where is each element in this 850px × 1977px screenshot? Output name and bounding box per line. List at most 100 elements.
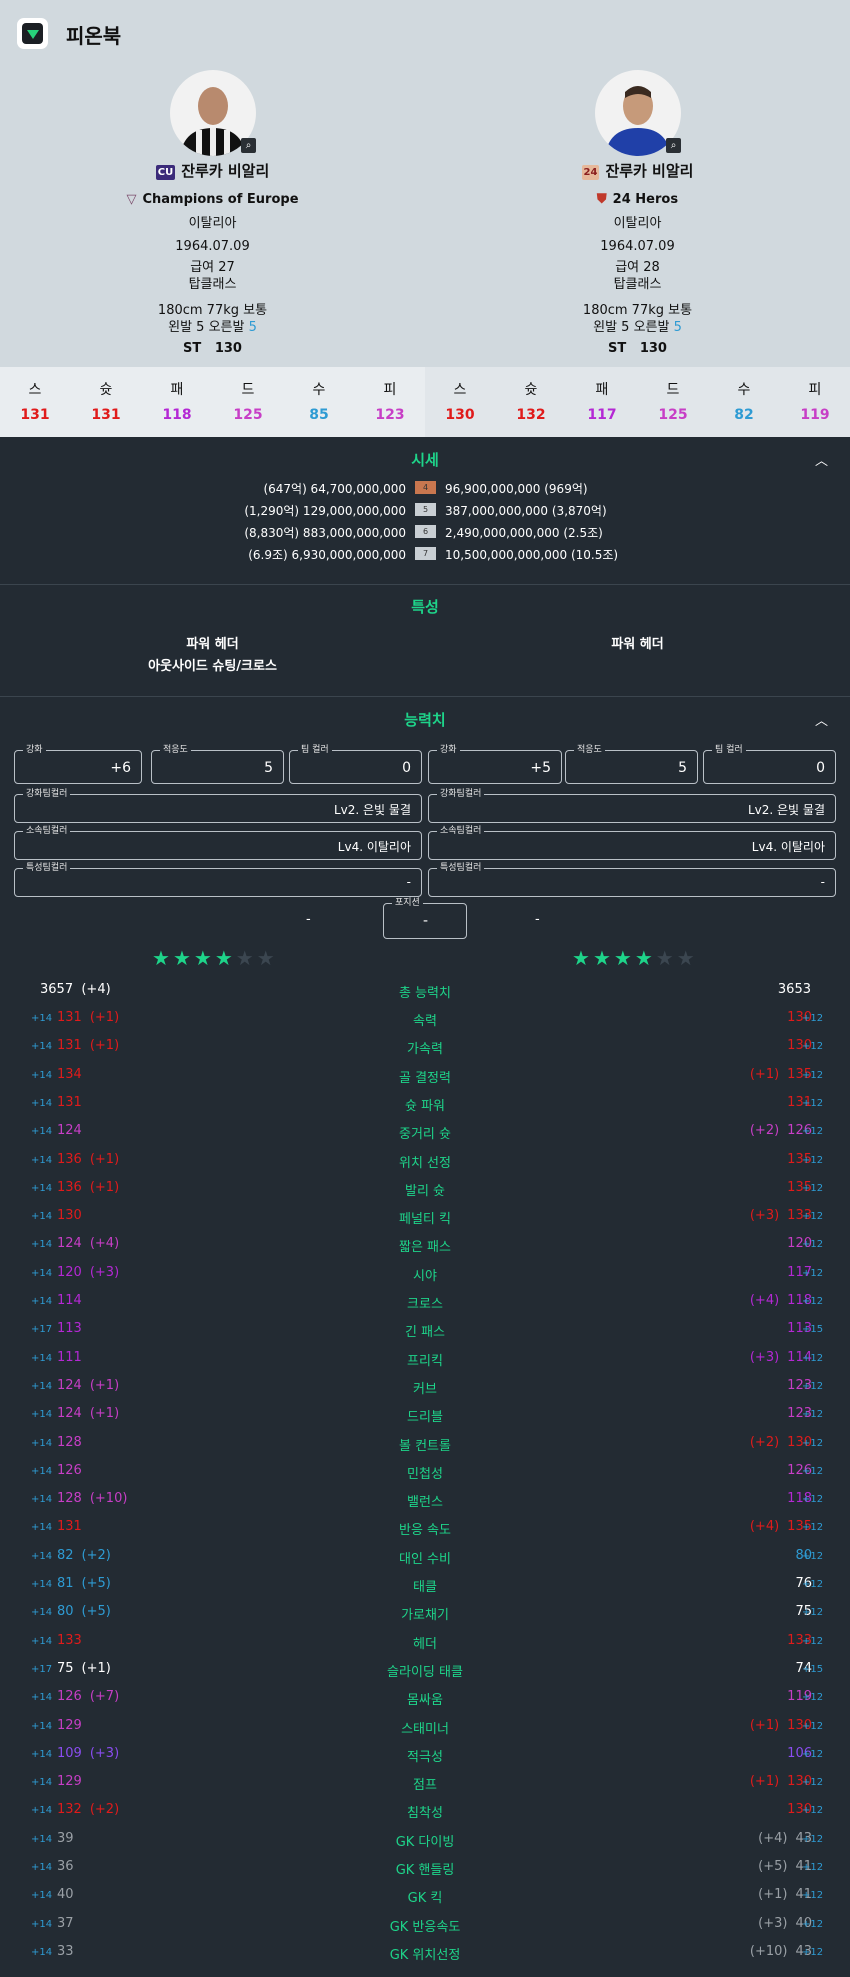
app-logo-icon[interactable] [17,18,48,49]
team-name: ⛊ 24 Heros [596,192,679,207]
enhance-field-left[interactable]: 강화 +6 [14,744,142,784]
ability-name: 중거리 슛 [399,1127,451,1143]
player-card-right: ⌕ 24 잔루카 비알리 ⛊ 24 Heros 이탈리아 1964.07.09 급여… [425,68,850,368]
trait-team-color-left[interactable]: 특성팀컬러 - [14,862,422,897]
stat-cell: 패 118 [142,367,212,437]
stat-value: 85 [309,407,329,423]
right-bonus: +12 [802,1494,824,1506]
enhance-team-color-left[interactable]: 강화팀컬러 Lv2. 은빛 물결 [14,788,422,823]
star-filled-icon: ★ [592,946,614,970]
teamcolor-field-left[interactable]: 팀 컬러 0 [289,744,422,784]
ability-row: +14 82 (+2) 대인 수비 80 +12 [0,1548,850,1576]
stat-cell: 스 131 [0,367,70,437]
traits-title: 특성 [411,598,439,616]
right-bonus: +12 [802,1946,824,1958]
ability-row: +14 124 (+1) 드리블 123 +12 [0,1406,850,1434]
position-ovr: ST 130 [183,341,242,356]
ability-name: 헤더 [413,1636,437,1652]
ability-row: +14 80 (+5) 가로채기 75 +12 [0,1604,850,1632]
ability-name: 페널티 킥 [399,1212,451,1228]
trait-team-color-right[interactable]: 특성팀컬러 - [428,862,836,897]
right-bonus: +12 [802,1833,824,1845]
price-right: 10,500,000,000,000 (10.5조) [445,548,619,562]
stat-value: 132 [516,407,546,423]
ability-name: 밸런스 [407,1495,443,1511]
price-title[interactable]: 시세 [0,449,850,470]
right-bonus: +12 [802,1352,824,1364]
ability-name: 슛 파워 [404,1098,445,1114]
right-bonus: +12 [802,1550,824,1562]
app-bar: 피온북 [0,0,850,68]
stat-cell: 드 125 [213,367,283,437]
ability-row: +14 128 볼 컨트롤 (+2) 130 +12 [0,1435,850,1463]
ability-row: +14 39 GK 다이빙 (+4) 43 +12 [0,1831,850,1859]
stat-cell: 패 117 [567,367,637,437]
right-bonus: +15 [802,1663,824,1675]
stat-cell: 슛 131 [71,367,141,437]
ability-row: +14 124 중거리 슛 (+2) 126 +12 [0,1123,850,1151]
ability-row: +14 126 민첩성 126 +12 [0,1463,850,1491]
right-bonus: +12 [802,1409,824,1421]
ability-name: 커브 [413,1381,437,1397]
right-bonus: +15 [802,1324,824,1336]
enhance-field-right[interactable]: 강화 +5 [428,744,562,784]
position-select[interactable]: 포지션 - [383,897,467,939]
ability-name: GK 반응속도 [389,1919,461,1935]
trait-left-1: 파워 헤더 [186,637,239,652]
zoom-icon[interactable]: ⌕ [666,138,681,153]
chevron-up-icon[interactable]: ︿ [815,450,828,469]
right-bonus: +12 [802,1890,824,1902]
player-name: 24 잔루카 비알리 [581,162,694,180]
star-empty-icon: ★ [235,946,257,970]
ability-row: +14 36 GK 핸들링 (+5) 41 +12 [0,1859,850,1887]
birth-date: 1964.07.09 [600,239,675,254]
stat-value: 125 [658,407,688,423]
ability-name: 위치 선정 [399,1155,451,1171]
right-bonus: +12 [802,1041,824,1053]
stat-abbr: 드 [241,382,255,398]
ability-name: 프리킥 [407,1353,443,1369]
ability-title[interactable]: 능력치 [0,709,850,730]
price-row: (6.9조) 6,930,000,000,000 7 10,500,000,000,… [0,546,850,568]
ability-row: +14 81 (+5) 태클 76 +12 [0,1576,850,1604]
chevron-up-icon[interactable]: ︿ [815,710,828,729]
price-left: (6.9조) 6,930,000,000,000 [248,548,406,562]
ability-name: 몸싸움 [407,1693,443,1709]
stat-value: 118 [162,407,192,423]
adapt-field-left[interactable]: 적응도 5 [151,744,284,784]
triangle-icon: ▽ [126,192,137,207]
stat-cell: 수 85 [284,367,354,437]
ability-row: +14 131 (+1) 속력 130 +12 [0,1010,850,1038]
stat-value: 125 [233,407,263,423]
stat-cell: 스 130 [425,367,495,437]
price-right: 2,490,000,000,000 (2.5조) [445,526,603,540]
right-bonus: +12 [802,1805,824,1817]
ability-row: +14 124 (+1) 커브 123 +12 [0,1378,850,1406]
right-bonus: +12 [802,1635,824,1647]
stat-abbr: 피 [383,382,397,398]
total-right: 3653 [777,982,811,997]
player-class: 탑클래스 [613,277,662,292]
star-rating-left: ★★★★★★ [152,946,278,970]
adapt-field-right[interactable]: 적응도 5 [565,744,698,784]
ability-row: +14 126 (+7) 몸싸움 119 +12 [0,1689,850,1717]
zoom-icon[interactable]: ⌕ [241,138,256,153]
position-right-value: - [535,912,540,927]
right-bonus: +12 [802,1522,824,1534]
stat-value: 130 [445,407,475,423]
ability-name: GK 다이빙 [395,1834,455,1850]
star-empty-icon: ★ [655,946,677,970]
total-row: 3657 (+4) 총 능력치 3653 [0,982,850,1010]
ability-row: +14 132 (+2) 침착성 130 +12 [0,1802,850,1830]
ability-name: 드리블 [407,1410,443,1426]
affil-team-color-right[interactable]: 소속팀컬러 Lv4. 이탈리아 [428,825,836,860]
ability-name: 볼 컨트롤 [399,1438,451,1454]
price-row: (8,830억) 883,000,000,000 6 2,490,000,000,0… [0,524,850,546]
affil-team-color-left[interactable]: 소속팀컬러 Lv4. 이탈리아 [14,825,422,860]
ability-name: 가로채기 [401,1608,449,1624]
star-filled-icon: ★ [152,946,173,970]
right-bonus: +12 [802,1777,824,1789]
teamcolor-field-right[interactable]: 팀 컬러 0 [703,744,836,784]
stat-abbr: 드 [666,382,680,398]
enhance-team-color-right[interactable]: 강화팀컬러 Lv2. 은빛 물결 [428,788,836,823]
